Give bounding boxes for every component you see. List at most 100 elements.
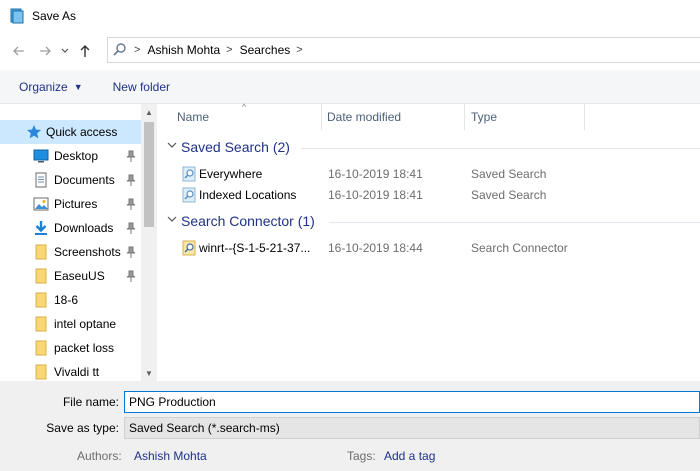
title-bar: Save As <box>0 0 700 32</box>
nav-item-label: Vivaldi tt <box>54 365 100 379</box>
column-header-name[interactable]: Name <box>177 104 209 130</box>
folder-icon <box>33 316 49 332</box>
organize-label: Organize <box>19 79 68 94</box>
save-as-type-select[interactable]: Saved Search (*.search-ms) <box>124 417 700 439</box>
file-row-winrt-connector[interactable]: winrt--{S-1-5-21-37... 16-10-2019 18:44 … <box>157 237 700 258</box>
nav-item-label: EaseuUS <box>54 269 105 283</box>
save-as-type-label: Save as type: <box>46 421 119 435</box>
nav-item-screenshots[interactable]: Screenshots <box>0 240 141 264</box>
pin-icon[interactable] <box>126 198 136 210</box>
nav-item-label: Screenshots <box>54 245 121 259</box>
file-date-modified: 16-10-2019 18:41 <box>328 188 423 202</box>
nav-item-quick-access[interactable]: Quick access <box>0 120 141 144</box>
desktop-icon <box>33 148 49 164</box>
pin-icon[interactable] <box>126 150 136 162</box>
organize-button[interactable]: Organize ▼ <box>19 80 83 94</box>
nav-scrollbar[interactable]: ▲ ▼ <box>141 104 157 381</box>
file-date-modified: 16-10-2019 18:41 <box>328 167 423 181</box>
file-row-everywhere[interactable]: Everywhere 16-10-2019 18:41 Saved Search <box>157 163 700 184</box>
pictures-icon <box>33 196 49 212</box>
file-list: ^ Name Date modified Type Saved Search (… <box>157 102 700 381</box>
pin-icon[interactable] <box>126 222 136 234</box>
authors-value[interactable]: Ashish Mohta <box>134 449 207 463</box>
scroll-down-icon[interactable]: ▼ <box>141 365 157 381</box>
nav-item-easeuus[interactable]: EaseuUS <box>0 264 141 288</box>
new-folder-button[interactable]: New folder <box>113 80 170 94</box>
folder-icon <box>33 340 49 356</box>
column-header-date-modified[interactable]: Date modified <box>327 104 401 130</box>
scroll-up-icon[interactable]: ▲ <box>141 104 157 120</box>
nav-item-18-6[interactable]: 18-6 <box>0 288 141 312</box>
file-name: winrt--{S-1-5-21-37... <box>199 241 311 255</box>
column-header-type[interactable]: Type <box>471 104 497 130</box>
pin-icon[interactable] <box>126 174 136 186</box>
nav-item-label: Downloads <box>54 221 114 235</box>
pin-icon[interactable] <box>126 246 136 258</box>
file-name-input[interactable] <box>124 391 700 413</box>
save-form: File name: Save as type: Saved Search (*… <box>0 381 700 471</box>
nav-item-pictures[interactable]: Pictures <box>0 192 141 216</box>
search-location-icon <box>112 42 128 58</box>
nav-item-desktop[interactable]: Desktop <box>0 144 141 168</box>
command-bar: Organize ▼ New folder <box>0 70 700 104</box>
nav-item-documents[interactable]: Documents <box>0 168 141 192</box>
folder-icon <box>33 292 49 308</box>
breadcrumb-chevron-icon[interactable]: > <box>226 44 232 56</box>
address-row: > Ashish Mohta > Searches > <box>0 32 700 70</box>
nav-item-downloads[interactable]: Downloads <box>0 216 141 240</box>
breadcrumb-chevron-icon[interactable]: > <box>134 44 140 56</box>
group-header-saved-search[interactable]: Saved Search (2) <box>181 139 290 155</box>
nav-item-label: intel optane <box>54 317 117 331</box>
column-divider[interactable] <box>584 104 585 130</box>
nav-item-label: packet loss <box>54 341 115 355</box>
address-bar[interactable]: > Ashish Mohta > Searches > <box>107 37 700 63</box>
column-divider[interactable] <box>464 104 465 130</box>
group-collapse-chevron-icon[interactable] <box>167 141 177 152</box>
arrow-left-icon <box>13 46 24 56</box>
file-row-indexed-locations[interactable]: Indexed Locations 16-10-2019 18:41 Saved… <box>157 184 700 205</box>
arrow-up-icon <box>80 45 90 57</box>
breadcrumb-item[interactable]: Searches <box>240 43 291 57</box>
authors-label: Authors: <box>77 449 122 463</box>
add-tag-link[interactable]: Add a tag <box>384 449 435 463</box>
nav-item-intel-optane[interactable]: intel optane <box>0 312 141 336</box>
star-icon <box>26 124 42 140</box>
nav-item-label: 18-6 <box>54 293 79 307</box>
file-type: Saved Search <box>471 167 547 181</box>
forward-button[interactable] <box>34 40 56 62</box>
file-name: Everywhere <box>199 167 263 181</box>
group-divider <box>329 222 700 223</box>
breadcrumb-chevron-icon[interactable]: > <box>296 44 302 56</box>
file-name-label: File name: <box>62 395 119 409</box>
back-button[interactable] <box>8 40 30 62</box>
chevron-down-icon <box>61 48 69 53</box>
search-connector-icon <box>181 240 197 256</box>
nav-item-vivaldi-tt[interactable]: Vivaldi tt <box>0 360 141 381</box>
up-button[interactable] <box>74 40 96 62</box>
nav-item-label: Pictures <box>54 197 98 211</box>
saved-search-icon <box>181 187 197 203</box>
arrow-right-icon <box>40 46 51 56</box>
saved-search-icon <box>181 166 197 182</box>
scrollbar-thumb[interactable] <box>144 122 154 227</box>
nav-item-label: Desktop <box>54 149 99 163</box>
file-type: Saved Search <box>471 188 547 202</box>
group-collapse-chevron-icon[interactable] <box>167 215 177 226</box>
save-as-app-icon <box>9 8 25 24</box>
file-type: Search Connector <box>471 241 568 255</box>
recent-locations-button[interactable] <box>58 40 72 62</box>
nav-item-packet-loss[interactable]: packet loss <box>0 336 141 360</box>
nav-item-label: Quick access <box>46 125 118 139</box>
breadcrumb-item[interactable]: Ashish Mohta <box>147 43 220 57</box>
group-header-search-connector[interactable]: Search Connector (1) <box>181 213 315 229</box>
folder-icon <box>33 364 49 380</box>
folder-icon <box>33 244 49 260</box>
column-divider[interactable] <box>321 104 322 130</box>
documents-icon <box>33 172 49 188</box>
nav-item-label: Documents <box>54 173 115 187</box>
file-name: Indexed Locations <box>199 188 297 202</box>
downloads-icon <box>33 220 49 236</box>
pin-icon[interactable] <box>126 270 136 282</box>
save-as-type-value: Saved Search (*.search-ms) <box>129 421 280 435</box>
navigation-pane: Quick access Desktop Documents Pictures … <box>0 104 157 381</box>
